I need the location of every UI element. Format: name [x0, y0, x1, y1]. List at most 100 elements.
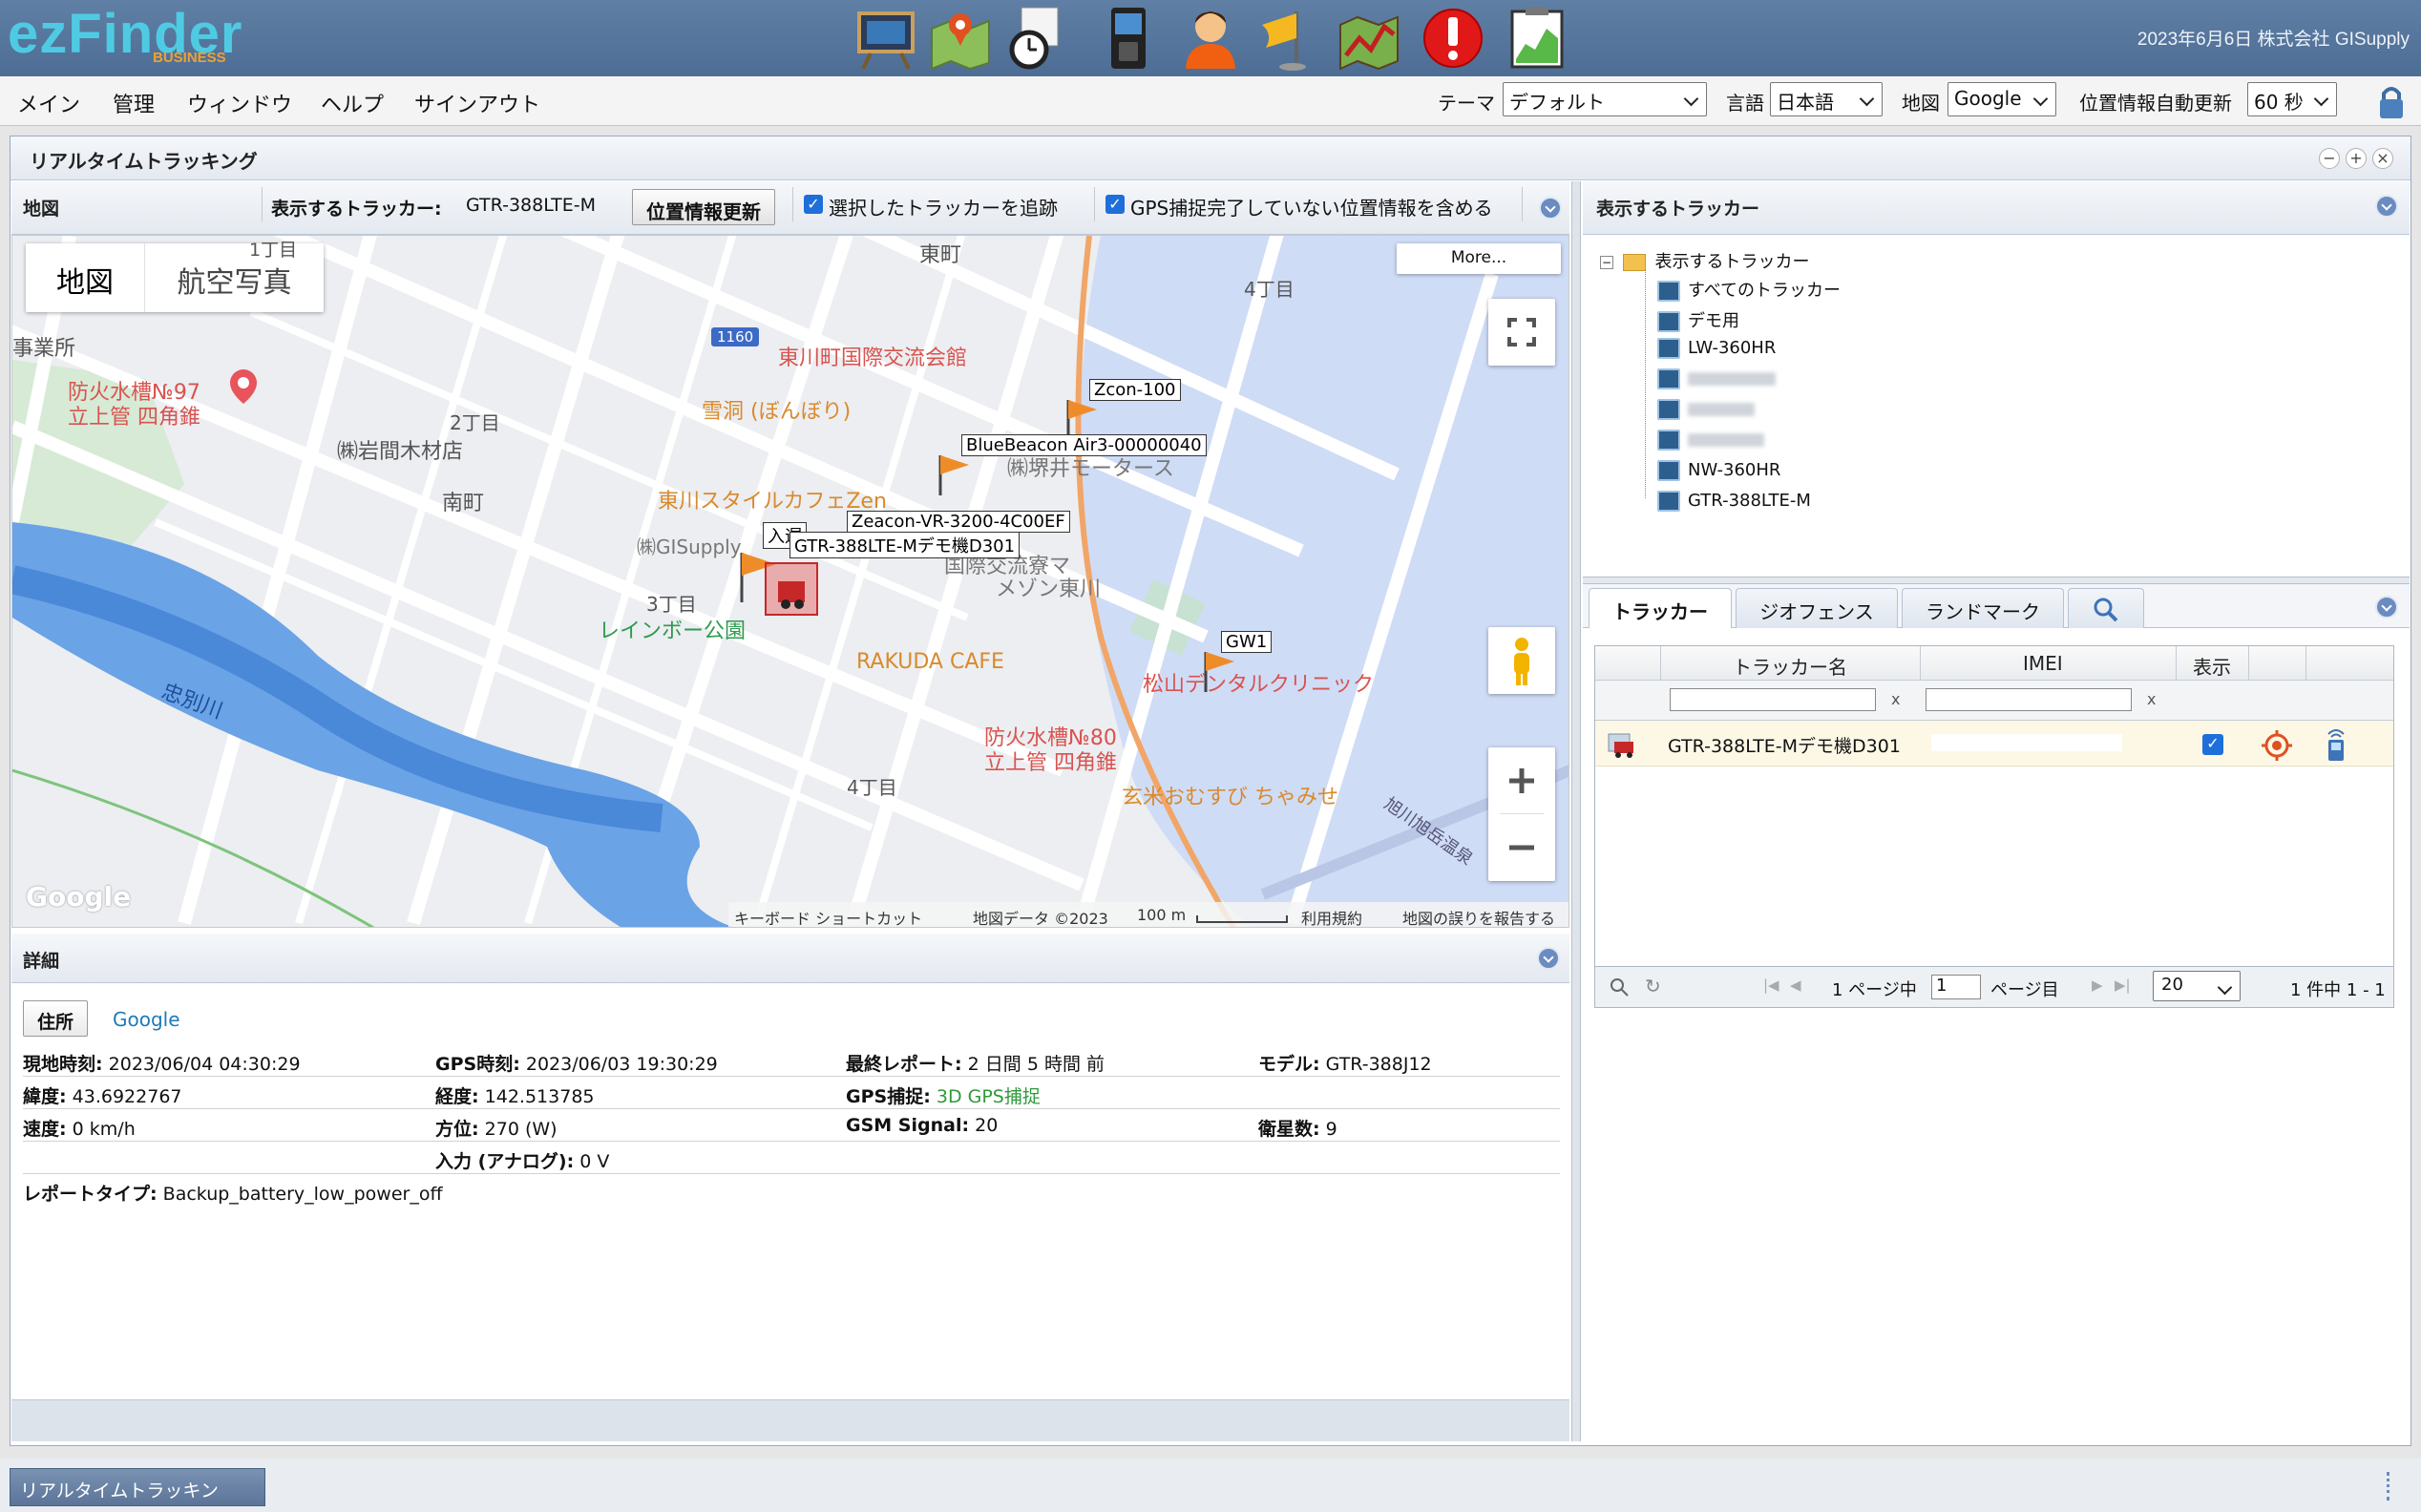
details-collapse-icon[interactable] — [1537, 947, 1560, 970]
zoom-control — [1488, 747, 1555, 881]
menu-main[interactable]: メイン — [17, 88, 80, 118]
satellites-label: 衛星数: — [1258, 1119, 1320, 1140]
minimize-icon[interactable]: − — [2319, 148, 2340, 169]
pager-first-icon[interactable]: |◀ — [1763, 976, 1779, 994]
tracker-flag-label[interactable]: Zeacon-VR-3200-4C00EF — [847, 511, 1070, 533]
theme-select[interactable]: デフォルト — [1503, 82, 1707, 116]
zoom-in-icon[interactable] — [1488, 747, 1555, 814]
close-icon[interactable]: × — [2372, 148, 2393, 169]
flag-icon[interactable] — [1253, 4, 1321, 73]
pager-page-input[interactable]: 1 — [1931, 975, 1981, 999]
tracker-select-label: 表示するトラッカー: — [271, 199, 442, 220]
horizontal-splitter[interactable] — [1583, 577, 2410, 584]
latitude-value: 43.6922767 — [72, 1086, 182, 1107]
tree-collapse-icon[interactable]: − — [1600, 256, 1613, 269]
tree-item-blurred[interactable] — [1657, 368, 1776, 389]
tree-item-gtr388[interactable]: GTR-388LTE-M — [1657, 491, 1811, 512]
map-panel-collapse-icon[interactable] — [1539, 197, 1562, 220]
tabs-collapse-icon[interactable] — [2375, 596, 2398, 619]
include-unfixed-checkbox[interactable]: ✓ — [1105, 195, 1125, 214]
gps-time-label: GPS時刻: — [435, 1054, 520, 1075]
flag-icon[interactable] — [935, 452, 973, 500]
refresh-location-button[interactable]: 位置情報更新 — [632, 189, 775, 225]
map-pin-icon — [230, 369, 257, 409]
clear-filter-icon[interactable]: x — [2147, 690, 2156, 708]
map-pin-icon[interactable] — [926, 4, 995, 73]
tracker-tree-collapse-icon[interactable] — [2375, 195, 2398, 218]
tree-item-lw360hr[interactable]: LW-360HR — [1657, 338, 1776, 359]
map-type-map-button[interactable]: 地図 — [26, 243, 144, 312]
imei-filter-input[interactable] — [1926, 688, 2132, 711]
col-imei[interactable]: IMEI — [2023, 652, 2063, 675]
stopwatch-icon[interactable] — [1002, 4, 1071, 73]
place-label: 4丁目 — [1244, 278, 1295, 301]
gps-device-icon[interactable] — [1094, 4, 1163, 73]
tracker-group-icon — [1657, 281, 1680, 302]
pager-prev-icon[interactable]: ◀ — [1790, 976, 1801, 994]
tab-tracker[interactable]: トラッカー — [1589, 588, 1732, 628]
menu-signout[interactable]: サインアウト — [414, 88, 540, 118]
tracker-flag-label[interactable]: Zcon-100 — [1089, 379, 1181, 401]
scale-bar — [1196, 915, 1288, 923]
menu-admin[interactable]: 管理 — [113, 88, 155, 118]
tracker-group-icon — [1657, 460, 1680, 481]
alert-icon[interactable] — [1419, 4, 1487, 73]
chart-report-icon[interactable] — [1503, 4, 1571, 73]
pager-refresh-icon[interactable]: ↻ — [1645, 975, 1661, 998]
tree-item-all[interactable]: すべてのトラッカー — [1657, 277, 1841, 302]
street-view-pegman-icon[interactable] — [1488, 627, 1555, 694]
tree-item-nw360hr[interactable]: NW-360HR — [1657, 460, 1780, 481]
report-error-link[interactable]: 地図の誤りを報告する — [1402, 906, 1555, 927]
lock-icon[interactable] — [2377, 84, 2406, 125]
maximize-icon[interactable]: + — [2346, 148, 2367, 169]
tracker-select-value[interactable]: GTR-388LTE-M — [466, 195, 596, 216]
google-link[interactable]: Google — [113, 1008, 180, 1031]
col-tracker-name[interactable]: トラッカー名 — [1733, 652, 1847, 680]
taskbar-realtime-tracking[interactable]: リアルタイムトラッキン — [10, 1468, 265, 1506]
pager-size-select[interactable]: 20 — [2153, 971, 2241, 1001]
map-canvas[interactable]: 地図 航空写真 More... 東町 4丁目 1丁目 事業所 防火水槽№97 立… — [11, 235, 1569, 928]
follow-tracker-checkbox[interactable]: ✓ — [804, 195, 823, 214]
address-button[interactable]: 住所 — [23, 1000, 88, 1037]
tracker-group-icon — [1657, 311, 1680, 332]
map-provider-select[interactable]: Google — [1947, 82, 2056, 116]
tracker-flag-label[interactable]: BlueBeacon Air3-00000040 — [961, 434, 1207, 456]
tracker-flag-label[interactable]: GTR-388LTE-Mデモ機D301 — [789, 532, 1021, 558]
taskbar-grip-icon[interactable] — [2387, 1472, 2394, 1501]
tab-landmark[interactable]: ランドマーク — [1902, 588, 2064, 628]
auto-refresh-select[interactable]: 60 秒 — [2247, 82, 2337, 116]
tab-geofence[interactable]: ジオフェンス — [1736, 588, 1898, 628]
tree-item-demo[interactable]: デモ用 — [1657, 307, 1739, 332]
map-more-button[interactable]: More... — [1397, 243, 1561, 274]
tracker-name-filter-input[interactable] — [1670, 688, 1876, 711]
selected-tracker-marker[interactable] — [765, 562, 818, 616]
language-select[interactable]: 日本語 — [1770, 82, 1883, 116]
locate-target-icon[interactable] — [2262, 730, 2292, 766]
tracker-flag-label[interactable]: GW1 — [1221, 631, 1273, 653]
keyboard-shortcuts-link[interactable]: キーボード ショートカット — [734, 906, 922, 927]
flag-icon[interactable] — [1200, 648, 1238, 697]
route-map-icon[interactable] — [1335, 4, 1403, 73]
col-show[interactable]: 表示 — [2193, 652, 2231, 680]
pager-last-icon[interactable]: ▶| — [2115, 976, 2131, 994]
presentation-board-icon[interactable] — [852, 4, 920, 73]
terms-link[interactable]: 利用規約 — [1301, 906, 1362, 927]
clear-filter-icon[interactable]: x — [1891, 690, 1900, 708]
menu-bar: メイン 管理 ウィンドウ ヘルプ サインアウト テーマ デフォルト 言語 日本語… — [0, 76, 2421, 126]
pager-next-icon[interactable]: ▶ — [2092, 976, 2103, 994]
tab-search[interactable] — [2068, 588, 2144, 628]
table-row[interactable]: GTR-388LTE-Mデモ機D301 ✓ — [1595, 721, 2393, 766]
pager-search-icon[interactable] — [1609, 976, 1630, 1002]
user-icon[interactable] — [1176, 4, 1245, 73]
tree-root[interactable]: − 表示するトラッカー — [1600, 248, 1809, 273]
menu-window[interactable]: ウィンドウ — [187, 88, 292, 118]
fullscreen-icon[interactable] — [1488, 299, 1555, 366]
vertical-splitter[interactable] — [1571, 181, 1581, 1441]
tree-item-blurred[interactable] — [1657, 399, 1755, 420]
zoom-out-icon[interactable] — [1488, 814, 1555, 881]
tree-item-blurred[interactable] — [1657, 430, 1764, 451]
device-signal-icon[interactable] — [2321, 724, 2351, 767]
show-tracker-checkbox[interactable]: ✓ — [2202, 734, 2223, 755]
menu-help[interactable]: ヘルプ — [321, 88, 384, 118]
tree-item-label: すべてのトラッカー — [1688, 281, 1842, 301]
